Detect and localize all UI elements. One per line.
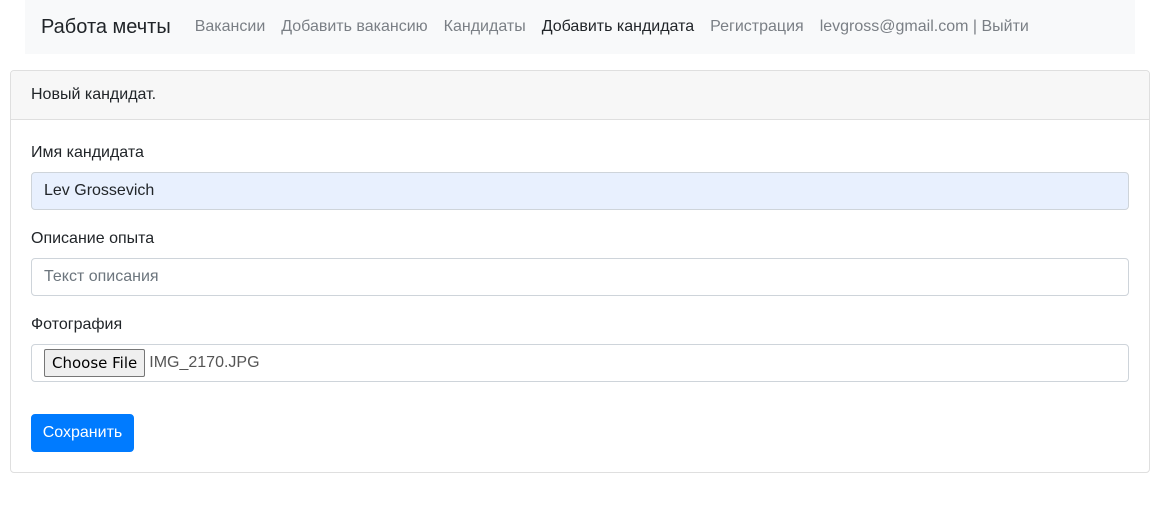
nav-link-add-candidate[interactable]: Добавить кандидата — [534, 18, 702, 36]
nav-link-vacancies[interactable]: Вакансии — [187, 18, 274, 36]
nav-link-add-vacancy[interactable]: Добавить вакансию — [273, 18, 435, 36]
card-header: Новый кандидат. — [11, 71, 1149, 120]
name-input[interactable]: Lev Grossevich — [31, 172, 1129, 210]
description-input[interactable]: Текст описания — [31, 258, 1129, 296]
description-label: Описание опыта — [31, 230, 155, 247]
choose-file-button[interactable]: Choose File — [44, 349, 146, 377]
navbar: Работа мечты Вакансии Добавить вакансию … — [25, 0, 1135, 54]
selected-file-name: IMG_2170.JPG — [149, 354, 260, 371]
nav-user-logout[interactable]: levgross@gmail.com | Выйти — [812, 18, 1029, 36]
nav-link-registration[interactable]: Регистрация — [702, 18, 812, 36]
nav-link-candidates[interactable]: Кандидаты — [436, 18, 534, 36]
name-label: Имя кандидата — [31, 144, 144, 161]
photo-file-input[interactable]: Choose File IMG_2170.JPG — [31, 344, 1129, 382]
new-candidate-card: Новый кандидат. Имя кандидата Lev Grosse… — [10, 70, 1150, 473]
navbar-brand[interactable]: Работа мечты — [41, 16, 171, 39]
save-button[interactable]: Сохранить — [31, 414, 134, 452]
photo-label: Фотография — [31, 316, 123, 333]
